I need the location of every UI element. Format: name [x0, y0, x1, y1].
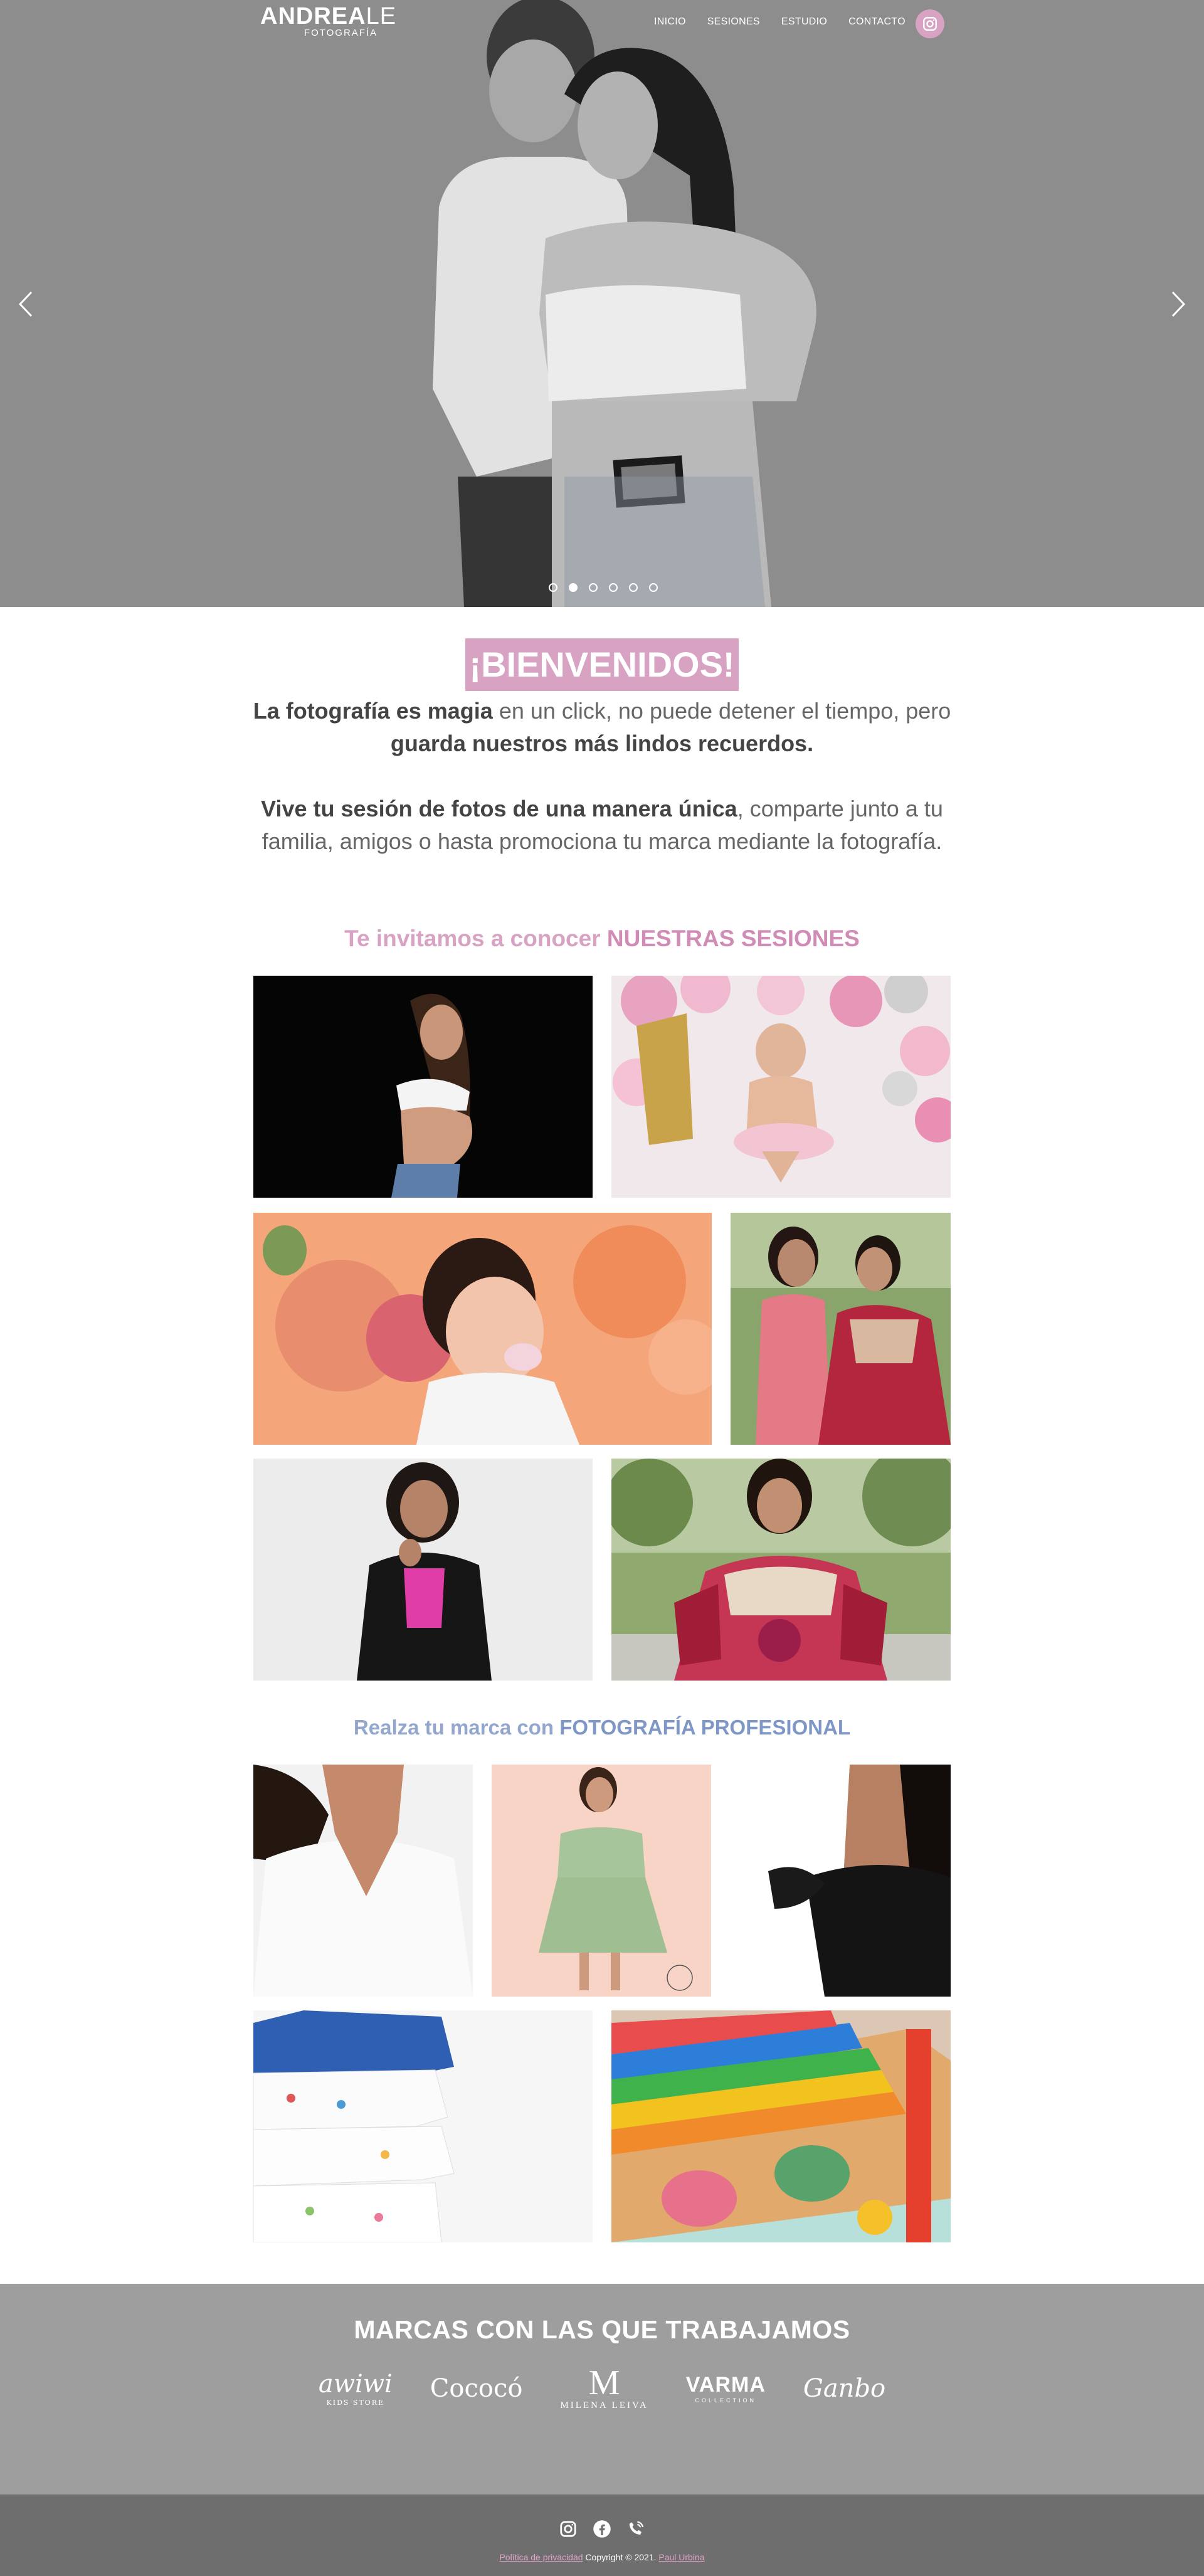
session-photo-first-birthday — [611, 976, 951, 1198]
brand-logo-milena-name: MILENA LEIVA — [560, 2400, 648, 2410]
brand-logo-ganbo: Ganbo — [803, 2374, 885, 2403]
brand-logo-varma-name: VARMA — [685, 2373, 766, 2397]
nav-item-contacto[interactable]: CONTACTO — [848, 16, 906, 28]
intro-bold-1: La fotografía es magia — [253, 698, 493, 724]
footer-copyright: Política de privacidad Copyright © 2021.… — [0, 2552, 1204, 2562]
brand-tile-black-top[interactable] — [731, 1765, 951, 1997]
session-photo-maternity — [253, 976, 593, 1198]
main-menu: INICIO SESIONES ESTUDIO CONTACTO — [654, 16, 906, 28]
author-link[interactable]: Paul Urbina — [658, 2552, 704, 2562]
brand-heading-bold: FOTOGRAFÍA PROFESIONAL — [559, 1716, 851, 1739]
phone-icon — [629, 2521, 644, 2535]
brand-tile-green-dress[interactable] — [492, 1765, 711, 1997]
footer-facebook-link[interactable] — [591, 2518, 613, 2540]
instagram-icon — [923, 17, 937, 31]
session-tile-portrait[interactable] — [253, 1459, 593, 1681]
nav-item-estudio[interactable]: ESTUDIO — [781, 16, 827, 28]
brand-logo-varma: VARMA COLLECTION — [686, 2373, 766, 2404]
logo-text-thin: LE — [366, 3, 397, 29]
intro-bold-3: Vive tu sesión de fotos de una manera ún… — [261, 796, 737, 821]
copyright-text: Copyright © 2021. — [583, 2552, 659, 2562]
sessions-heading-text: Te invitamos a conocer — [344, 926, 607, 951]
sessions-heading-bold: NUESTRAS SESIONES — [606, 926, 860, 951]
session-tile-first-birthday[interactable] — [611, 976, 951, 1198]
footer-phone-link[interactable] — [625, 2518, 647, 2540]
slider-dot[interactable] — [589, 583, 598, 592]
brand-logo-cococo-name: Cococó — [430, 2373, 523, 2403]
hero-photo — [0, 0, 1204, 607]
brand-tile-kids-tees[interactable] — [253, 2010, 593, 2242]
site-logo[interactable]: ANDREALE FOTOGRAFÍA — [260, 4, 396, 38]
nav-item-sesiones[interactable]: SESIONES — [707, 16, 760, 28]
intro-paragraph-1: La fotografía es magia en un click, no p… — [251, 695, 953, 760]
brand-photo-white-blouse — [253, 1765, 473, 1997]
brand-logo-ganbo-name: Ganbo — [803, 2373, 886, 2403]
brand-photo-black-top — [731, 1765, 951, 1997]
slider-dot[interactable] — [549, 583, 557, 592]
brand-photography-heading: Realza tu marca con FOTOGRAFÍA PROFESION… — [0, 1716, 1204, 1739]
slider-prev-button[interactable] — [14, 288, 39, 320]
chevron-right-icon — [1171, 291, 1186, 317]
brand-logo-awiwi: awiwi KIDS STORE — [319, 2370, 393, 2407]
intro-text-1: en un click, no puede detener el tiempo,… — [492, 698, 951, 724]
brand-photo-green-dress — [492, 1765, 711, 1997]
brand-logo-varma-sub: COLLECTION — [695, 2397, 757, 2404]
brand-heading-text: Realza tu marca con — [353, 1716, 560, 1739]
slider-dot[interactable] — [629, 583, 638, 592]
brand-logo-cococo: Cococó — [430, 2374, 523, 2403]
session-tile-smash-cake[interactable] — [253, 1213, 712, 1445]
slider-dot[interactable] — [649, 583, 658, 592]
session-tile-quinceanera[interactable] — [611, 1459, 951, 1681]
privacy-policy-link[interactable]: Política de privacidad — [499, 2552, 583, 2562]
session-tile-maternity[interactable] — [253, 976, 593, 1198]
top-navigation: ANDREALE FOTOGRAFÍA INICIO SESIONES ESTU… — [0, 0, 1204, 46]
session-tile-quinceanera-mother[interactable] — [731, 1213, 951, 1445]
facebook-icon — [593, 2520, 611, 2538]
hero-slider: ANDREALE FOTOGRAFÍA INICIO SESIONES ESTU… — [0, 0, 1204, 607]
welcome-title: ¡BIENVENIDOS! — [465, 638, 739, 691]
session-photo-quinceanera-mother — [731, 1213, 951, 1445]
footer-instagram-link[interactable] — [557, 2518, 579, 2540]
instagram-icon — [560, 2521, 576, 2537]
brand-tile-wooden-toy[interactable] — [611, 2010, 951, 2242]
nav-item-inicio[interactable]: INICIO — [654, 16, 686, 28]
chevron-left-icon — [18, 291, 33, 317]
session-photo-portrait — [253, 1459, 593, 1681]
slider-dot-active[interactable] — [569, 583, 578, 592]
session-photo-quinceanera — [611, 1459, 951, 1681]
brands-title: MARCAS CON LAS QUE TRABAJAMOS — [354, 2315, 850, 2344]
brand-logos: awiwi KIDS STORE Cococó M MILENA LEIVA V… — [0, 2365, 1204, 2411]
social-links — [0, 2518, 1204, 2540]
slider-next-button[interactable] — [1165, 288, 1190, 320]
brand-photo-wooden-toy — [611, 2010, 951, 2242]
intro-text: La fotografía es magia en un click, no p… — [251, 695, 953, 858]
intro-bold-2: guarda nuestros más lindos recuerdos. — [390, 731, 814, 756]
intro-paragraph-2: Vive tu sesión de fotos de una manera ún… — [251, 793, 953, 858]
slider-dot[interactable] — [609, 583, 618, 592]
brands-section: MARCAS CON LAS QUE TRABAJAMOS awiwi KIDS… — [0, 2284, 1204, 2494]
logo-text-bold: ANDREA — [260, 3, 366, 29]
site-footer: Política de privacidad Copyright © 2021.… — [0, 2494, 1204, 2576]
session-photo-smash-cake — [253, 1213, 712, 1445]
brand-logo-awiwi-name: awiwi — [318, 2370, 393, 2399]
brand-logo-awiwi-sub: KIDS STORE — [326, 2399, 385, 2407]
brand-logo-milena-mark: M — [588, 2363, 620, 2402]
sessions-heading: Te invitamos a conocer NUESTRAS SESIONES — [0, 926, 1204, 952]
brand-photo-kids-tees — [253, 2010, 593, 2242]
slider-pagination — [549, 583, 658, 592]
brand-tile-white-blouse[interactable] — [253, 1765, 473, 1997]
brand-logo-milena-leiva: M MILENA LEIVA — [560, 2365, 648, 2411]
instagram-button[interactable] — [916, 9, 944, 38]
